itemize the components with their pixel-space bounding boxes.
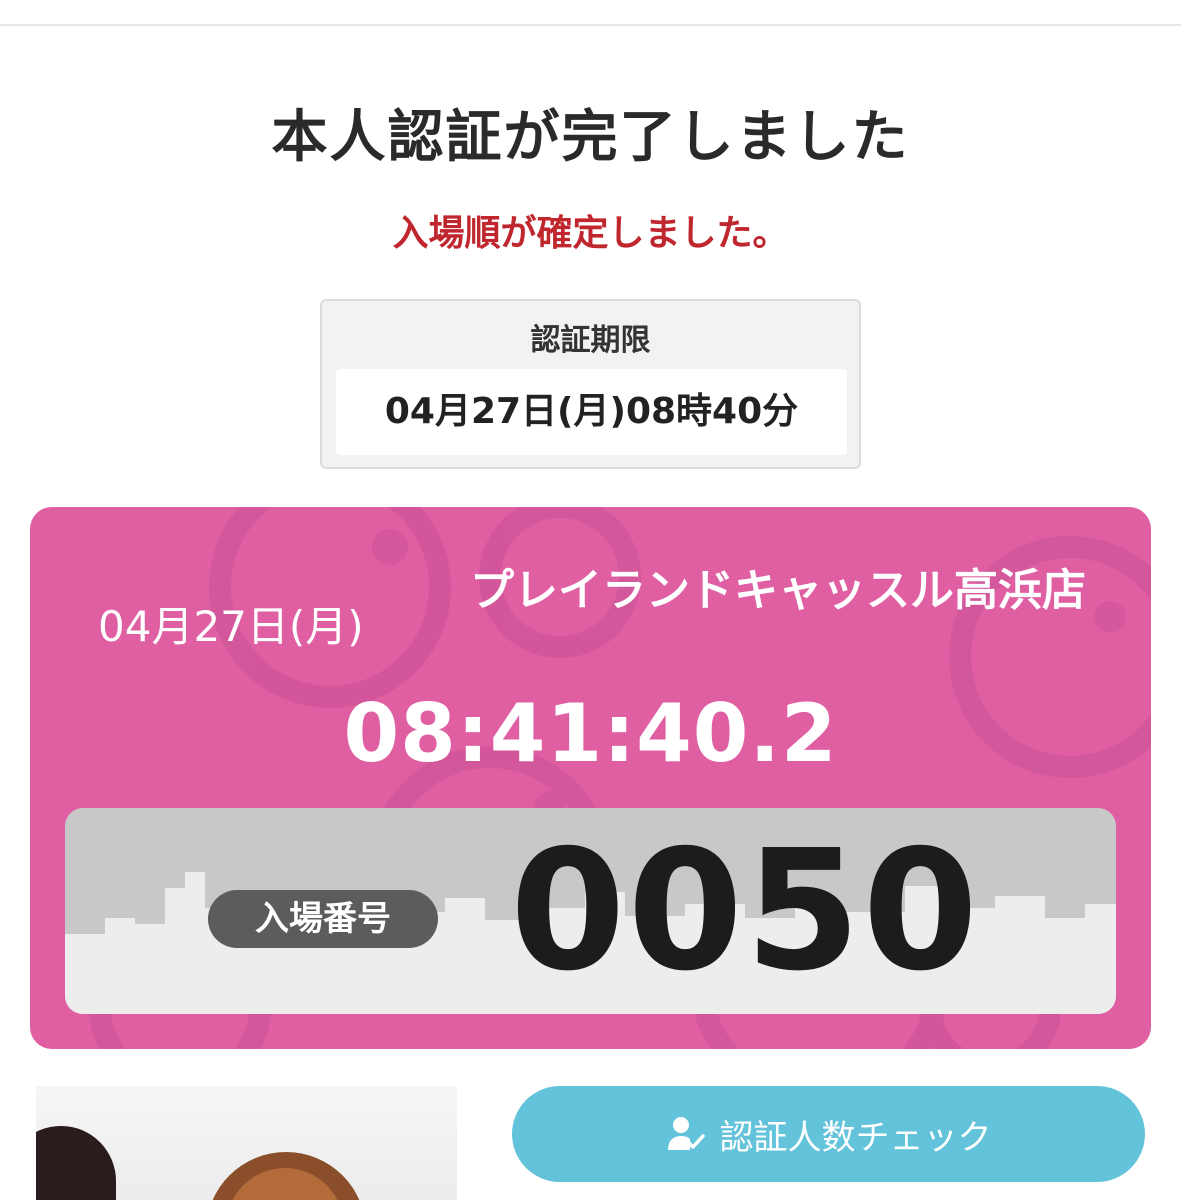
entry-ticket-card: 04月27日(月) プレイランドキャッスル高浜店 08:41:40.2 入場番号… (30, 507, 1151, 1049)
profile-photo (36, 1086, 457, 1200)
ticket-date: 04月27日(月) (98, 602, 364, 651)
entry-number-panel: 入場番号 0050 (65, 808, 1116, 1014)
entry-number: 0050 (509, 815, 980, 1008)
confirmation-message: 入場順が確定しました。 (392, 213, 789, 254)
page-title: 本人認証が完了しました (271, 105, 910, 170)
auth-count-check-label: 認証人数チェック (719, 1117, 992, 1158)
auth-count-check-button[interactable]: 認証人数チェック (512, 1086, 1145, 1182)
user-check-icon (666, 1114, 706, 1154)
auth-deadline-value: 04月27日(月)08時40分 (336, 369, 847, 455)
auth-deadline-label: 認証期限 (530, 323, 651, 358)
auth-deadline-box: 認証期限 04月27日(月)08時40分 (320, 299, 861, 469)
store-name: プレイランドキャッスル高浜店 (470, 565, 1086, 616)
entry-number-label: 入場番号 (208, 890, 438, 948)
header-divider (0, 0, 1181, 26)
auth-timestamp: 08:41:40.2 (343, 687, 838, 780)
